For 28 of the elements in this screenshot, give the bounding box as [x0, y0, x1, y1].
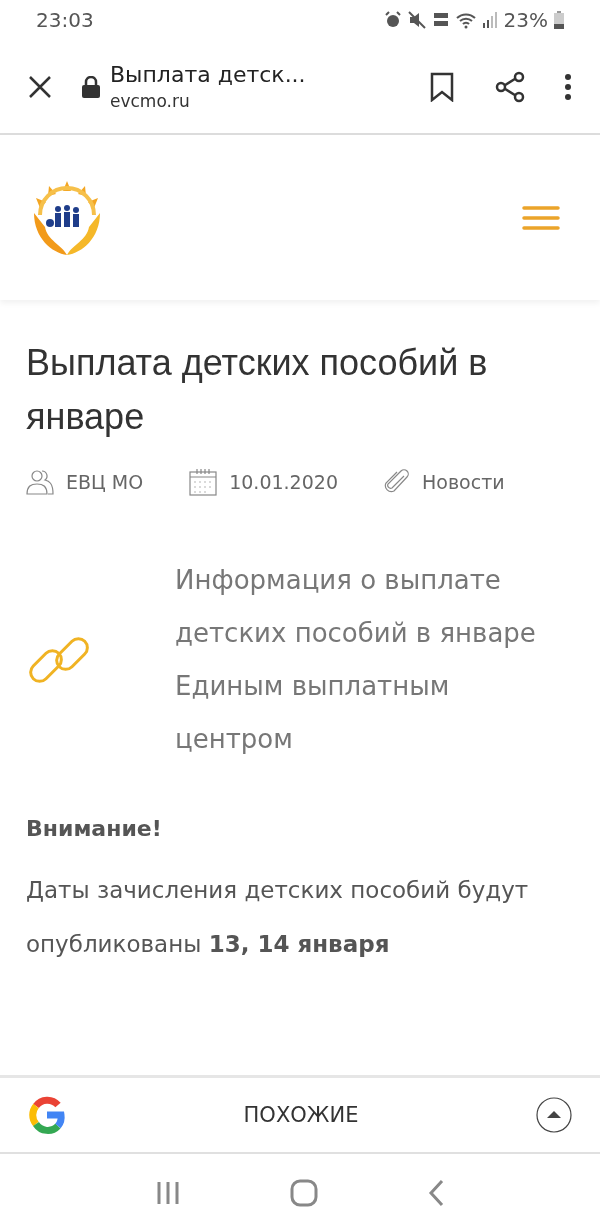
category-link[interactable]: Новости — [422, 471, 505, 493]
more-icon[interactable] — [564, 72, 572, 101]
article-title: Выплата детских пособий в январе — [26, 341, 489, 439]
battery-icon — [554, 11, 564, 29]
google-icon — [28, 1096, 66, 1134]
back-icon[interactable] — [427, 1179, 446, 1207]
page-url: evcmo.ru — [110, 91, 191, 111]
notice-heading: Внимание! — [26, 816, 163, 841]
close-icon[interactable] — [28, 74, 52, 99]
expand-up-icon[interactable] — [536, 1097, 572, 1133]
battery-percent: 23% — [503, 8, 548, 32]
post-date: 10.01.2020 — [229, 471, 338, 493]
author-name: ЕВЦ МО — [66, 471, 144, 493]
page-title: Выплата детск... — [110, 62, 307, 87]
status-time: 23:03 — [36, 8, 94, 32]
signal-icon — [481, 11, 498, 29]
bookmark-icon[interactable] — [430, 71, 454, 102]
users-icon — [26, 469, 54, 495]
lock-icon — [82, 75, 100, 98]
notice-text: Даты зачисления детских пособий будут опубликованы 13, 14 января — [26, 876, 530, 959]
calendar-icon — [189, 468, 218, 496]
wifi-icon — [455, 11, 476, 29]
home-icon[interactable] — [290, 1179, 318, 1207]
alarm-icon — [383, 11, 402, 29]
share-icon[interactable] — [494, 70, 526, 103]
article-link[interactable]: Информация о выплате детских пособий в январе Единым выплатным центром — [175, 554, 555, 766]
mute-icon — [407, 11, 426, 29]
related-label[interactable]: ПОХОЖИЕ — [243, 1103, 359, 1127]
